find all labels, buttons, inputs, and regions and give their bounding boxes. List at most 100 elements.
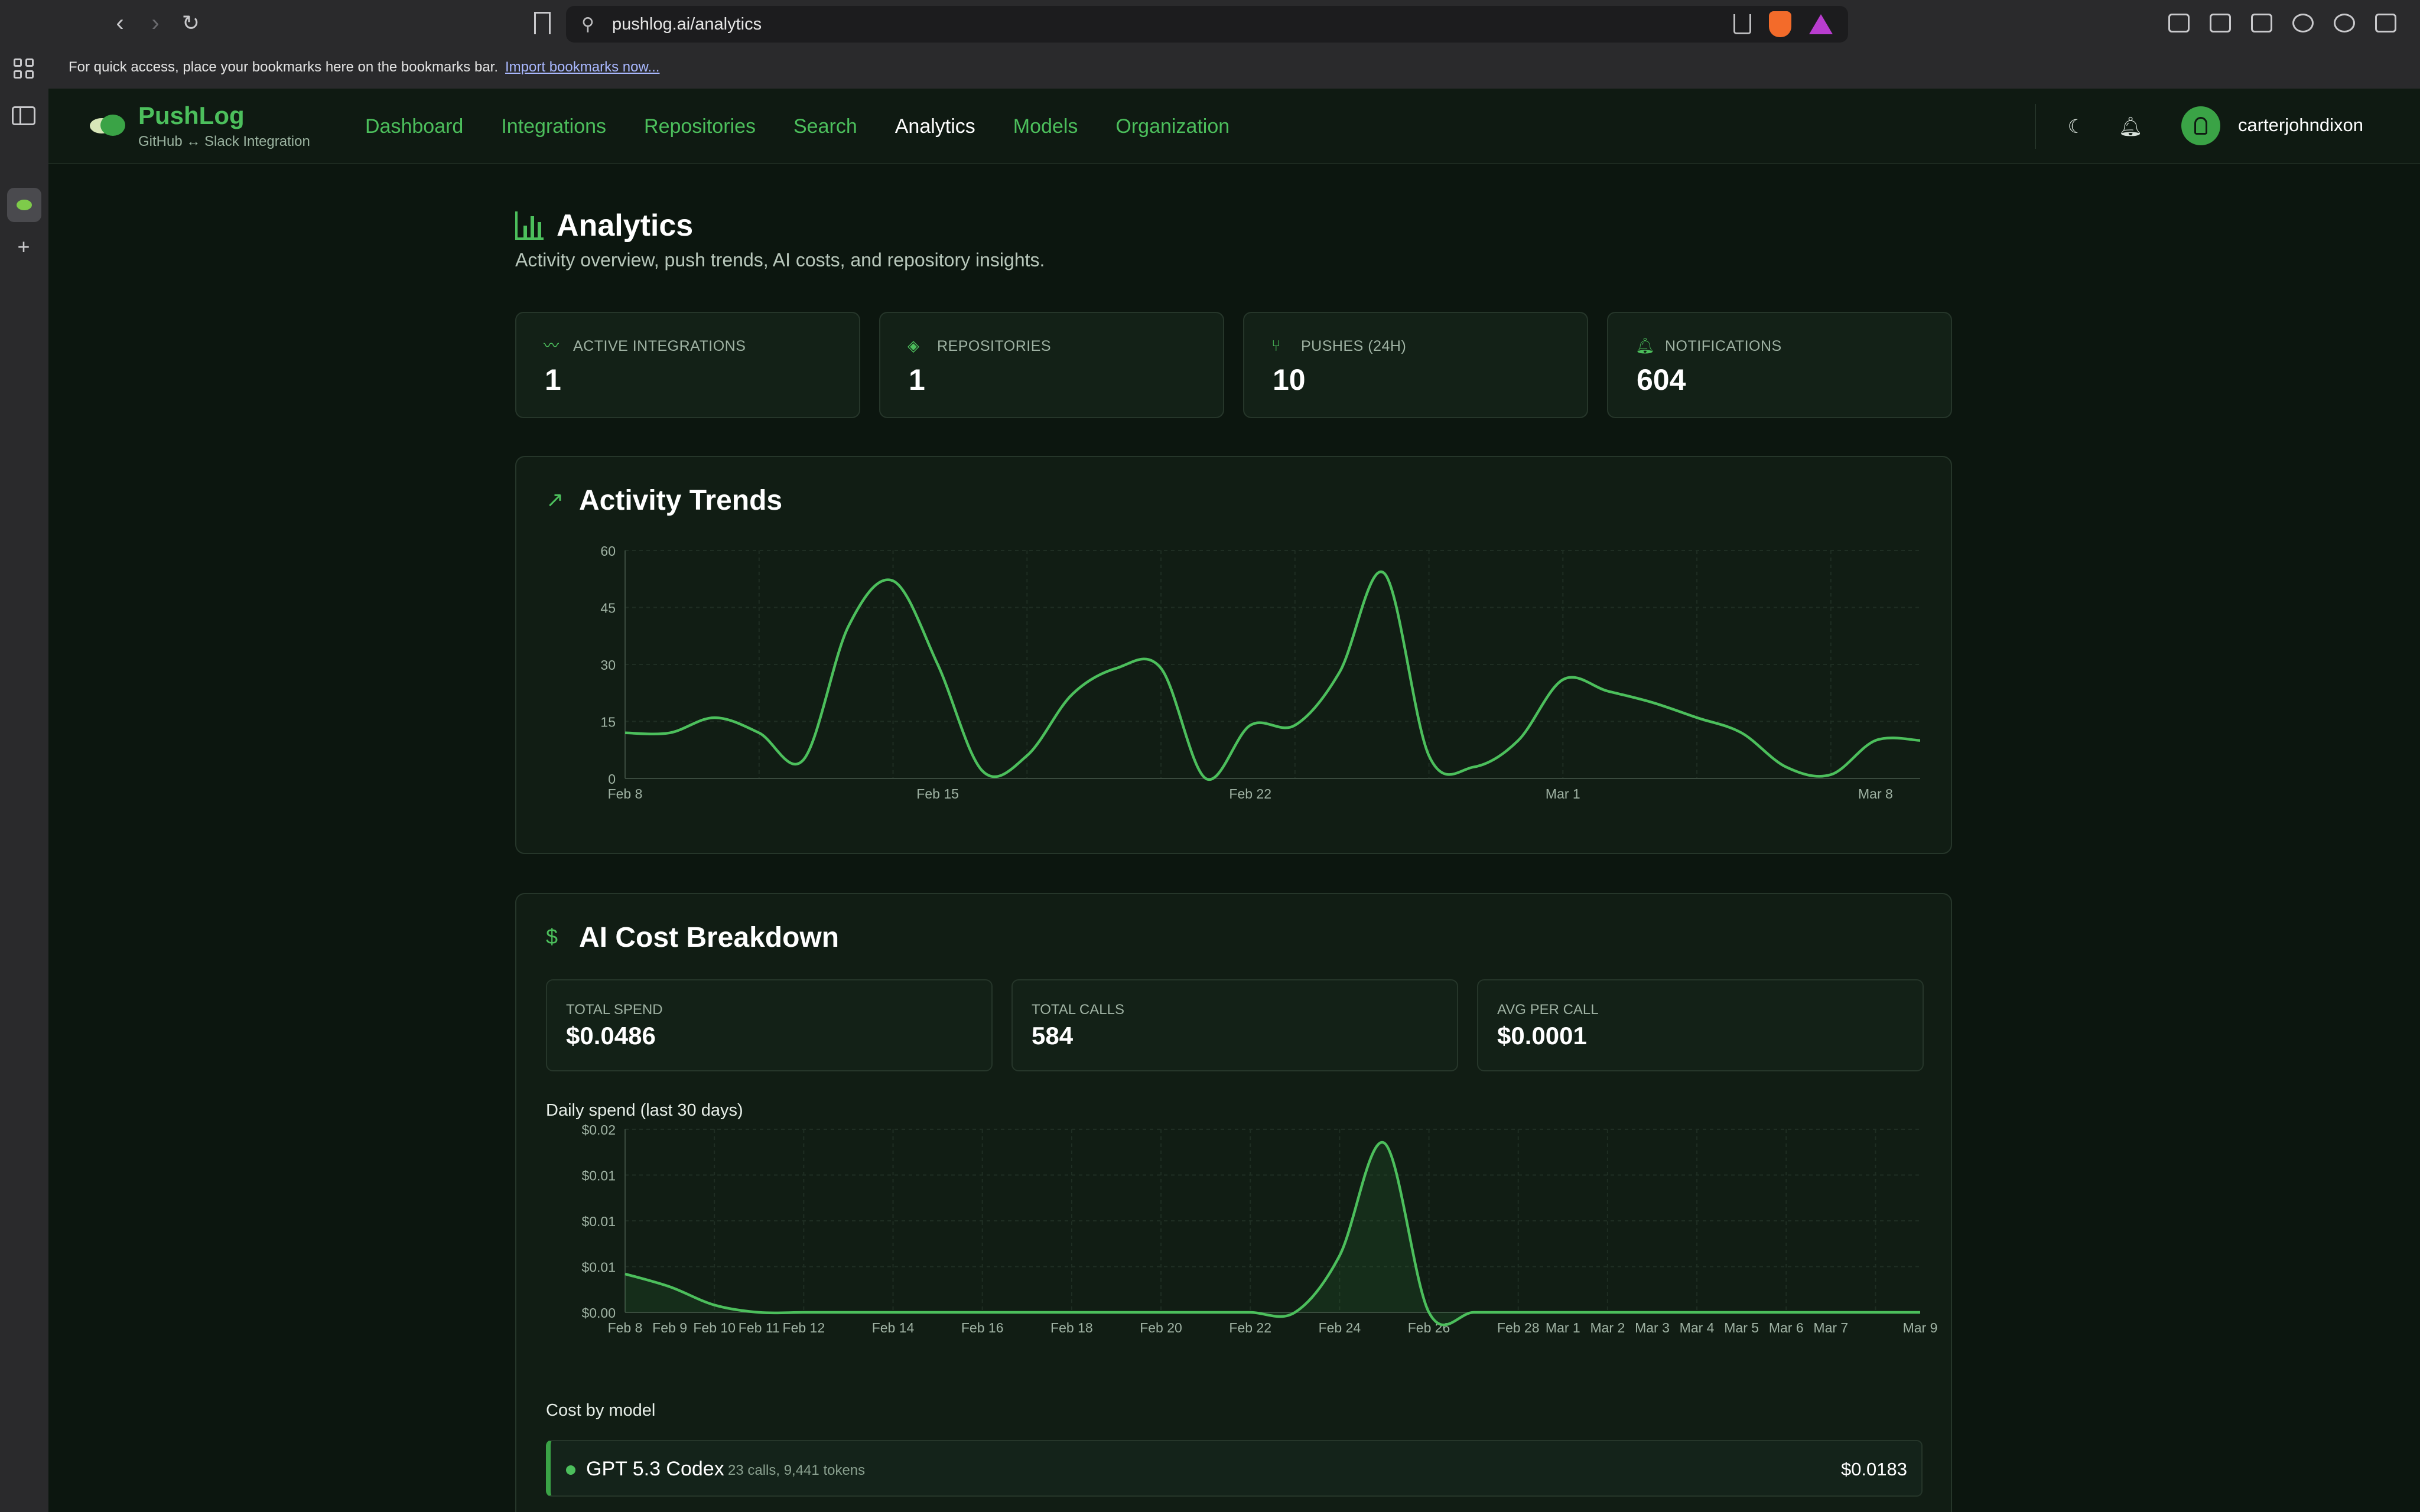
stat-value: 10 — [1273, 363, 1306, 396]
series-line — [624, 570, 1921, 781]
series-area — [625, 1142, 1920, 1325]
total-spend-card: TOTAL SPEND $0.0486 — [546, 979, 993, 1071]
total-calls-card: TOTAL CALLS 584 — [1011, 979, 1458, 1071]
address-bar[interactable]: ⚲ pushlog.ai/analytics — [566, 6, 1848, 43]
sidebar-toggle-icon[interactable] — [2210, 14, 2231, 32]
new-tab-icon[interactable]: + — [12, 234, 35, 259]
nav-search[interactable]: Search — [793, 115, 857, 138]
ai-cost-panel: $ AI Cost Breakdown TOTAL SPEND $0.0486 … — [515, 893, 1952, 1512]
pushlog-logo-icon[interactable] — [90, 113, 125, 137]
dollar-icon: $ — [546, 924, 558, 949]
stat-value: 604 — [1637, 363, 1686, 396]
top-navigation: PushLog GitHub ↔ Slack Integration Dashb… — [48, 89, 2420, 164]
card-label: TOTAL SPEND — [566, 1002, 663, 1018]
x-tick-label: Mar 6 — [1769, 1320, 1804, 1335]
back-icon[interactable]: ‹ — [105, 8, 135, 38]
card-label: TOTAL CALLS — [1032, 1002, 1124, 1018]
card-value: 584 — [1032, 1022, 1074, 1050]
theme-toggle-moon-icon[interactable]: ☾ — [2063, 113, 2089, 139]
wallet-icon[interactable] — [2251, 14, 2272, 32]
x-tick-label: Feb 28 — [1497, 1320, 1540, 1335]
model-dot-icon — [566, 1465, 575, 1475]
activity-trends-panel: ↗ Activity Trends 0 15 30 45 60 Feb 8 Feb 15 Fe… — [515, 456, 1952, 854]
x-tick-label: Feb 18 — [1050, 1320, 1093, 1335]
card-label: AVG PER CALL — [1497, 1002, 1599, 1018]
x-tick-label: Feb 14 — [872, 1320, 915, 1335]
y-tick-label: 30 — [600, 657, 616, 673]
stat-value: 1 — [909, 363, 925, 396]
x-tick-label: Feb 15 — [916, 786, 959, 801]
stat-label: NOTIFICATIONS — [1665, 338, 1782, 354]
nav-integrations[interactable]: Integrations — [501, 115, 606, 138]
import-bookmarks-link[interactable]: Import bookmarks now... — [505, 59, 659, 76]
nav-repositories[interactable]: Repositories — [644, 115, 756, 138]
model-name: GPT 5.3 Codex — [586, 1458, 724, 1480]
page-title: Analytics — [557, 208, 694, 243]
tab-grid-icon[interactable] — [12, 57, 35, 80]
forward-icon[interactable]: › — [141, 8, 170, 38]
model-cost: $0.0183 — [1840, 1459, 1907, 1480]
nav-organization[interactable]: Organization — [1115, 115, 1229, 138]
x-tick-label: Mar 4 — [1680, 1320, 1715, 1335]
y-tick-label: $0.01 — [581, 1260, 616, 1275]
nav-models[interactable]: Models — [1013, 115, 1078, 138]
x-tick-label: Feb 22 — [1229, 1320, 1271, 1335]
ai-cost-title: AI Cost Breakdown — [579, 922, 840, 953]
bookmarks-bar: For quick access, place your bookmarks h… — [48, 46, 2420, 89]
vpn-icon[interactable] — [2334, 14, 2355, 32]
x-tick-label: Feb 20 — [1140, 1320, 1182, 1335]
sidebar-panel-icon[interactable] — [12, 104, 35, 128]
nav-analytics[interactable]: Analytics — [895, 115, 975, 138]
nav-dashboard[interactable]: Dashboard — [365, 115, 463, 138]
brand-name[interactable]: PushLog — [138, 102, 245, 130]
bell-icon: 🔔︎ — [1635, 337, 1655, 354]
menu-icon[interactable] — [2375, 14, 2396, 32]
reload-icon[interactable]: ↻ — [176, 8, 206, 38]
x-tick-label: Feb 8 — [608, 1320, 643, 1335]
layers-icon: ◈ — [908, 337, 919, 354]
x-tick-label: Feb 12 — [783, 1320, 825, 1335]
x-tick-label: Feb 9 — [652, 1320, 687, 1335]
x-tick-label: Mar 9 — [1903, 1320, 1938, 1335]
bookmarks-hint: For quick access, place your bookmarks h… — [69, 59, 499, 75]
y-tick-label: 15 — [600, 715, 616, 730]
browser-toolbar: ‹ › ↻ ⚲ pushlog.ai/analytics — [0, 0, 2420, 46]
user-avatar[interactable] — [2181, 106, 2220, 145]
x-tick-label: Feb 10 — [693, 1320, 736, 1335]
activity-icon: 〰 — [544, 337, 560, 354]
model-cost-row[interactable]: GPT 5.3 Codex 23 calls, 9,441 tokens $0.… — [546, 1440, 1923, 1497]
brand-subtitle: GitHub ↔ Slack Integration — [138, 133, 310, 149]
active-tab-favicon[interactable] — [7, 188, 41, 222]
x-tick-label: Feb 22 — [1229, 786, 1271, 801]
y-tick-label: 60 — [600, 543, 616, 559]
y-tick-label: 0 — [608, 771, 616, 787]
notifications-bell-icon[interactable]: 🔔︎ — [2118, 113, 2143, 139]
series-line — [624, 1140, 1920, 1327]
model-meta: 23 calls, 9,441 tokens — [728, 1462, 866, 1478]
x-tick-label: Feb 11 — [739, 1320, 780, 1335]
page-subtitle: Activity overview, push trends, AI costs… — [515, 249, 1045, 271]
x-tick-label: Mar 5 — [1724, 1320, 1759, 1335]
stat-label: ACTIVE INTEGRATIONS — [573, 338, 746, 354]
site-settings-icon[interactable]: ⚲ — [581, 14, 594, 35]
daily-spend-chart: $0.00 $0.01 $0.01 $0.01 $0.02 Feb 8 Feb 9 Feb 1… — [581, 1122, 1938, 1335]
x-tick-label: Feb 8 — [608, 786, 643, 801]
card-value: $0.0001 — [1497, 1022, 1587, 1050]
y-tick-label: $0.00 — [581, 1305, 616, 1321]
nav-divider — [2035, 104, 2036, 149]
screenshot-icon[interactable] — [2168, 14, 2190, 32]
y-tick-label: $0.02 — [581, 1122, 616, 1138]
leo-ai-icon[interactable] — [2292, 14, 2314, 32]
y-tick-label: $0.01 — [581, 1214, 616, 1229]
username[interactable]: carterjohndixon — [2238, 115, 2363, 136]
url-text[interactable]: pushlog.ai/analytics — [612, 15, 762, 34]
bookmark-icon[interactable] — [534, 12, 551, 34]
x-tick-label: Mar 3 — [1635, 1320, 1670, 1335]
share-icon[interactable] — [1733, 14, 1751, 34]
stat-card-pushes: ⑂ PUSHES (24H) 10 — [1243, 312, 1588, 418]
git-branch-icon: ⑂ — [1271, 337, 1281, 354]
brave-rewards-icon[interactable] — [1809, 14, 1833, 34]
stat-card-notifications: 🔔︎ NOTIFICATIONS 604 — [1607, 312, 1952, 418]
x-tick-label: Mar 2 — [1590, 1320, 1625, 1335]
brave-shields-icon[interactable] — [1769, 11, 1791, 37]
